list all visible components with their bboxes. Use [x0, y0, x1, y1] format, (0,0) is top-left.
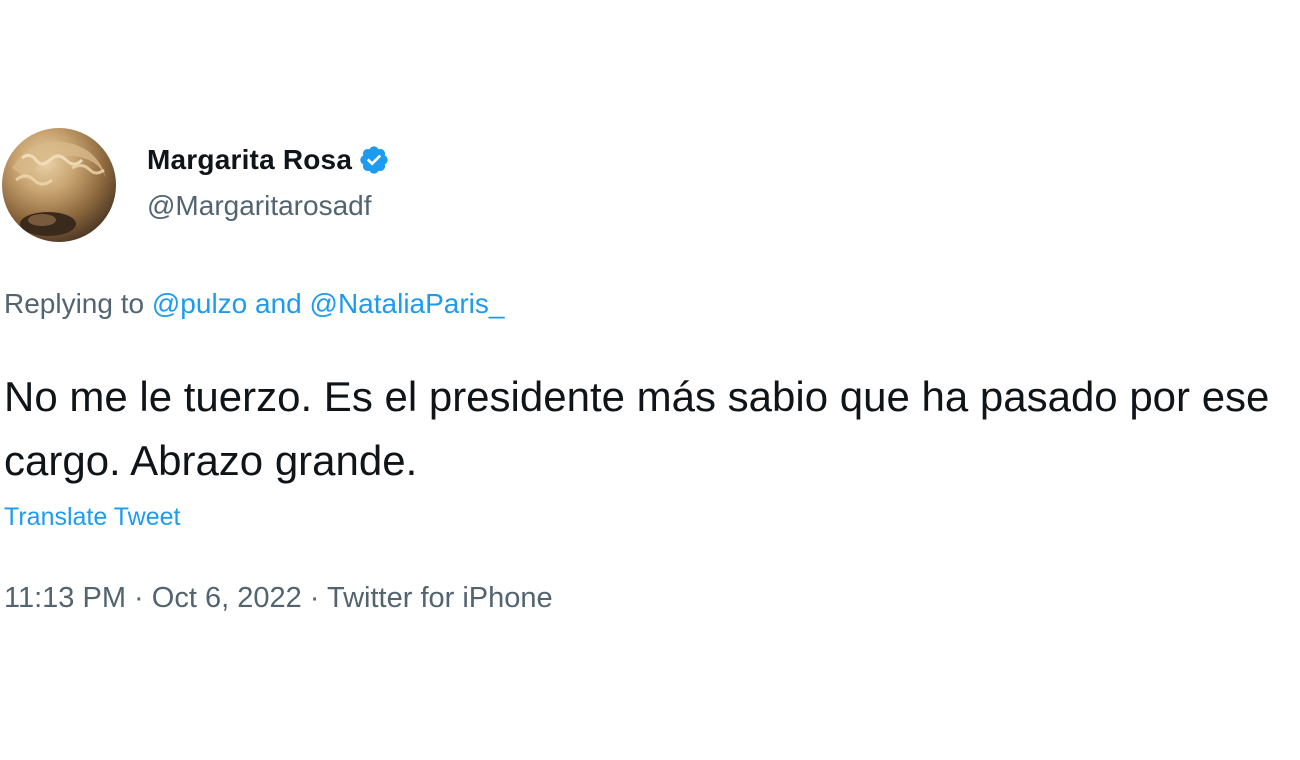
verified-badge-icon[interactable] [358, 144, 390, 176]
avatar[interactable] [2, 128, 116, 242]
author-display-name[interactable]: Margarita Rosa [147, 144, 352, 176]
mention-joiner[interactable]: and [255, 288, 302, 319]
avatar-photo [12, 141, 106, 236]
mention-link-nataliaparis[interactable]: @NataliaParis_ [310, 288, 505, 319]
author-handle[interactable]: @Margaritarosadf [147, 190, 372, 222]
tweet-metadata: 11:13 PM · Oct 6, 2022 · Twitter for iPh… [4, 582, 553, 615]
tweet-date[interactable]: Oct 6, 2022 [152, 582, 302, 614]
mention-link-pulzo[interactable]: @pulzo [152, 288, 247, 319]
tweet-time[interactable]: 11:13 PM [4, 582, 126, 614]
tweet-source: Twitter for iPhone [327, 582, 553, 614]
replying-to-line: Replying to @pulzo and @NataliaParis_ [4, 288, 504, 320]
meta-separator: · [309, 582, 320, 614]
author-name-row: Margarita Rosa [147, 142, 390, 178]
tweet-text: No me le tuerzo. Es el presidente más sa… [4, 373, 1270, 484]
meta-separator: · [134, 582, 144, 614]
replying-to-label: Replying to [4, 288, 145, 319]
translate-tweet-link[interactable]: Translate Tweet [4, 503, 180, 532]
tweet-card: Margarita Rosa @Margaritarosadf Replying… [0, 0, 1300, 760]
